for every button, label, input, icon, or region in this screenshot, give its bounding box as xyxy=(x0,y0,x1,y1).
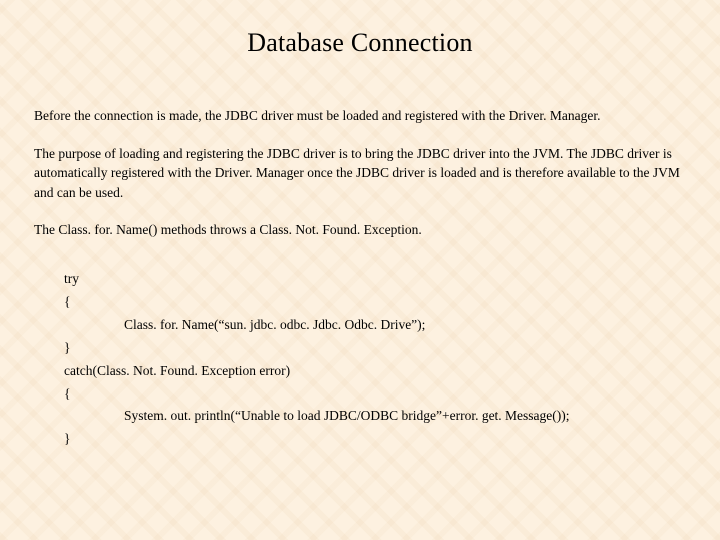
paragraph-1: Before the connection is made, the JDBC … xyxy=(34,106,686,126)
paragraph-3: The Class. for. Name() methods throws a … xyxy=(34,220,686,240)
paragraph-2: The purpose of loading and registering t… xyxy=(34,144,686,203)
code-line: { xyxy=(64,383,686,406)
page-title: Database Connection xyxy=(34,28,686,58)
code-line: System. out. println(“Unable to load JDB… xyxy=(64,405,686,428)
code-line: } xyxy=(64,428,686,451)
code-line: } xyxy=(64,337,686,360)
code-block: try { Class. for. Name(“sun. jdbc. odbc.… xyxy=(64,268,686,452)
code-line: try xyxy=(64,268,686,291)
code-line: Class. for. Name(“sun. jdbc. odbc. Jdbc.… xyxy=(64,314,686,337)
code-line: catch(Class. Not. Found. Exception error… xyxy=(64,360,686,383)
code-line: { xyxy=(64,291,686,314)
